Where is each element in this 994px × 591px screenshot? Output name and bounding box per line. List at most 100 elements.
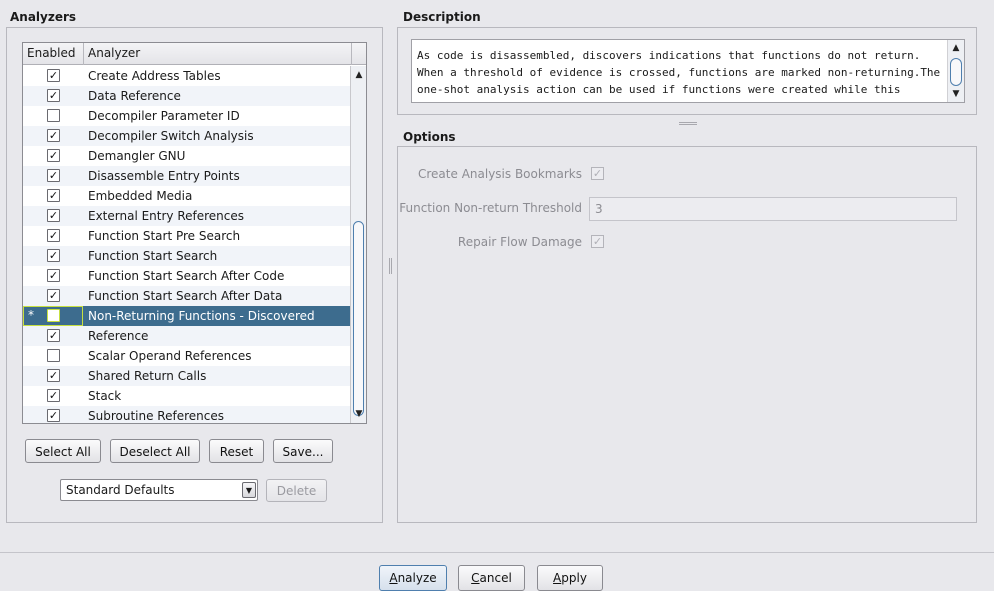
reset-button[interactable]: Reset xyxy=(209,439,264,463)
scroll-down-icon[interactable]: ▼ xyxy=(354,409,364,419)
scroll-down-icon[interactable]: ▼ xyxy=(951,89,961,99)
check-icon: ✓ xyxy=(48,409,59,422)
check-icon: ✓ xyxy=(48,269,59,282)
analyzers-table[interactable]: Enabled Analyzer ✓ Create Address Tables ✓… xyxy=(22,42,367,424)
table-row[interactable]: ✓ Function Start Search After Data xyxy=(23,286,351,306)
delete-button[interactable]: Delete xyxy=(266,479,327,502)
enabled-checkbox[interactable]: ✓ xyxy=(47,129,60,142)
analyzer-name: Non-Returning Functions - Discovered xyxy=(88,309,315,323)
enabled-checkbox[interactable] xyxy=(47,109,60,122)
table-row[interactable]: ✓ External Entry References xyxy=(23,206,351,226)
vertical-splitter-grip[interactable] xyxy=(389,258,392,274)
table-row[interactable]: ✓ Demangler GNU xyxy=(23,146,351,166)
analyzer-name: Function Start Pre Search xyxy=(88,229,241,243)
apply-button[interactable]: Apply xyxy=(537,565,603,591)
description-textarea[interactable]: As code is disassembled, discovers indic… xyxy=(411,39,965,103)
save-button[interactable]: Save... xyxy=(273,439,333,463)
enabled-checkbox[interactable]: ✓ xyxy=(47,269,60,282)
analyzer-name: Disassemble Entry Points xyxy=(88,169,240,183)
table-row[interactable]: * Non-Returning Functions - Discovered xyxy=(23,306,351,326)
enabled-checkbox[interactable]: ✓ xyxy=(47,329,60,342)
enabled-checkbox[interactable]: ✓ xyxy=(47,169,60,182)
scroll-up-icon[interactable]: ▲ xyxy=(354,70,364,80)
analyzer-name: Stack xyxy=(88,389,122,403)
analyzer-name: Function Start Search xyxy=(88,249,218,263)
options-title: Options xyxy=(403,130,456,144)
analyze-label-rest: nalyze xyxy=(397,571,437,585)
scroll-up-icon[interactable]: ▲ xyxy=(951,43,961,53)
description-title: Description xyxy=(403,10,481,24)
check-icon: ✓ xyxy=(592,235,603,248)
column-enabled[interactable]: Enabled xyxy=(23,43,84,65)
description-scrollbar[interactable]: ▲ ▼ xyxy=(947,40,964,102)
column-analyzer[interactable]: Analyzer xyxy=(84,43,352,65)
select-all-button[interactable]: Select All xyxy=(25,439,101,463)
cancel-button[interactable]: Cancel xyxy=(458,565,525,591)
enabled-checkbox[interactable]: ✓ xyxy=(47,409,60,422)
table-row[interactable]: Decompiler Parameter ID xyxy=(23,106,351,126)
table-row[interactable]: ✓ Function Start Search xyxy=(23,246,351,266)
analyzer-list: ✓ Create Address Tables ✓ Data Reference Dec… xyxy=(23,66,351,423)
check-icon: ✓ xyxy=(48,249,59,262)
footer-divider xyxy=(0,552,994,553)
threshold-field[interactable]: 3 xyxy=(589,197,957,221)
enabled-checkbox[interactable] xyxy=(47,309,60,322)
analyzer-name: Subroutine References xyxy=(88,409,224,423)
check-icon: ✓ xyxy=(48,189,59,202)
analyzers-title: Analyzers xyxy=(10,10,77,24)
check-icon: ✓ xyxy=(48,69,59,82)
table-row[interactable]: ✓ Reference xyxy=(23,326,351,346)
enabled-checkbox[interactable]: ✓ xyxy=(47,229,60,242)
analyzer-name: Function Start Search After Data xyxy=(88,289,283,303)
table-row[interactable]: Scalar Operand References xyxy=(23,346,351,366)
deselect-all-button[interactable]: Deselect All xyxy=(110,439,200,463)
enabled-checkbox[interactable]: ✓ xyxy=(47,69,60,82)
analyzer-name: Demangler GNU xyxy=(88,149,186,163)
enabled-checkbox[interactable]: ✓ xyxy=(47,289,60,302)
cancel-label-rest: ancel xyxy=(479,571,512,585)
check-icon: ✓ xyxy=(48,389,59,402)
table-row[interactable]: ✓ Disassemble Entry Points xyxy=(23,166,351,186)
enabled-checkbox[interactable]: ✓ xyxy=(47,369,60,382)
enabled-checkbox[interactable] xyxy=(47,349,60,362)
check-icon: ✓ xyxy=(48,229,59,242)
profile-select[interactable]: Standard Defaults ▼ xyxy=(60,479,258,501)
table-row[interactable]: ✓ Stack xyxy=(23,386,351,406)
analyze-button[interactable]: Analyze xyxy=(379,565,447,591)
apply-label-rest: pply xyxy=(561,571,587,585)
table-row[interactable]: ✓ Create Address Tables xyxy=(23,66,351,86)
analyzers-scrollbar[interactable]: ▲ ▼ xyxy=(350,66,366,423)
scrollbar-thumb[interactable] xyxy=(950,58,962,86)
analyzer-name: Data Reference xyxy=(88,89,181,103)
table-row[interactable]: ✓ Embedded Media xyxy=(23,186,351,206)
enabled-checkbox[interactable]: ✓ xyxy=(47,89,60,102)
analyzer-name: Decompiler Parameter ID xyxy=(88,109,240,123)
table-row[interactable]: ✓ Shared Return Calls xyxy=(23,366,351,386)
analyzer-name: Shared Return Calls xyxy=(88,369,207,383)
profile-value: Standard Defaults xyxy=(66,483,175,497)
horizontal-splitter-grip[interactable] xyxy=(679,122,697,125)
threshold-label: Function Non-return Threshold xyxy=(399,201,582,215)
enabled-checkbox[interactable]: ✓ xyxy=(47,249,60,262)
table-header: Enabled Analyzer xyxy=(23,43,366,65)
check-icon: ✓ xyxy=(48,329,59,342)
table-row[interactable]: ✓ Decompiler Switch Analysis xyxy=(23,126,351,146)
enabled-checkbox[interactable]: ✓ xyxy=(47,149,60,162)
enabled-checkbox[interactable]: ✓ xyxy=(47,189,60,202)
table-row[interactable]: ✓ Function Start Search After Code xyxy=(23,266,351,286)
enabled-checkbox[interactable]: ✓ xyxy=(47,389,60,402)
check-icon: ✓ xyxy=(48,369,59,382)
analyzer-name: Decompiler Switch Analysis xyxy=(88,129,254,143)
enabled-checkbox[interactable]: ✓ xyxy=(47,209,60,222)
scrollbar-thumb[interactable] xyxy=(353,221,364,416)
create-bookmarks-checkbox[interactable]: ✓ xyxy=(591,167,604,180)
check-icon: ✓ xyxy=(48,289,59,302)
repair-flow-checkbox[interactable]: ✓ xyxy=(591,235,604,248)
analyzer-name: Function Start Search After Code xyxy=(88,269,285,283)
chevron-down-icon[interactable]: ▼ xyxy=(242,482,256,498)
check-icon: ✓ xyxy=(48,209,59,222)
table-row[interactable]: ✓ Function Start Pre Search xyxy=(23,226,351,246)
table-row[interactable]: ✓ Subroutine References xyxy=(23,406,351,423)
check-icon: ✓ xyxy=(48,169,59,182)
table-row[interactable]: ✓ Data Reference xyxy=(23,86,351,106)
